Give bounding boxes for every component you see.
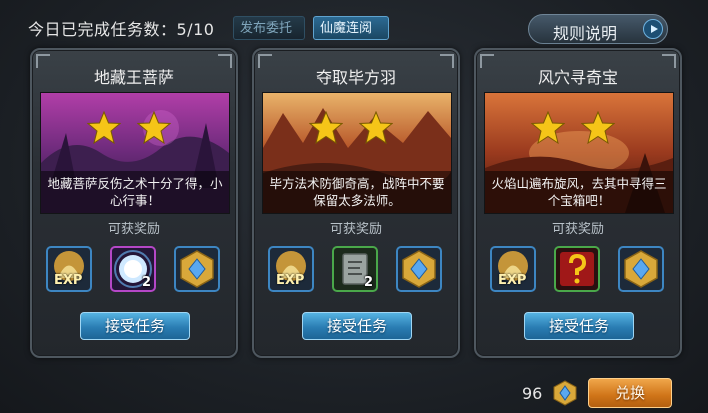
blue-gem-icon[interactable] bbox=[174, 246, 220, 292]
exp-icon[interactable]: EXP bbox=[490, 246, 536, 292]
exp-icon[interactable]: EXP bbox=[46, 246, 92, 292]
quest-scene-image: 毕方法术防御奇高，战阵中不要保留太多法师。 bbox=[262, 92, 452, 214]
reward-label: 可获奖励 bbox=[107, 222, 160, 237]
quest-title: 夺取毕方羽 bbox=[315, 68, 396, 87]
quest-card-2: 夺取毕方羽 毕方法术防御奇高，战阵中不要保留太多法师。 可获奖励 EXP 2 接… bbox=[252, 48, 460, 358]
quest-description: 地藏菩萨反伤之术十分了得，小心行事！ bbox=[47, 176, 223, 208]
rules-label: 规则说明 bbox=[553, 24, 618, 43]
quest-card-3: 风穴寻奇宝 火焰山遍布旋风，去其中寻得三个宝箱吧！ 可获奖励 EXP 接受任务 bbox=[474, 48, 682, 358]
scroll-icon[interactable]: 2 bbox=[332, 246, 378, 292]
mystery-item-icon[interactable] bbox=[554, 246, 600, 292]
quest-scene-image: 地藏菩萨反伤之术十分了得，小心行事！ bbox=[40, 92, 230, 214]
star-icon bbox=[531, 111, 565, 145]
accept-quest-button[interactable]: 接受任务 bbox=[80, 312, 190, 340]
quest-card-1: 地藏王菩萨 地藏菩萨反伤之术十分了得，小心行事！ 可获奖励 EXP 2 接受任务 bbox=[30, 48, 238, 358]
reward-count: 2 bbox=[363, 275, 373, 290]
quest-description: 火焰山遍布旋风，去其中寻得三个宝箱吧！ bbox=[491, 176, 667, 208]
tab-publish-commission[interactable]: 发布委托 bbox=[233, 16, 305, 40]
light-orb-icon[interactable]: 2 bbox=[110, 246, 156, 292]
reward-label: 可获奖励 bbox=[551, 222, 604, 237]
star-icon bbox=[87, 111, 121, 145]
accept-quest-button[interactable]: 接受任务 bbox=[524, 312, 634, 340]
quest-title: 风穴寻奇宝 bbox=[537, 68, 618, 87]
blue-gem-icon[interactable] bbox=[396, 246, 442, 292]
star-icon bbox=[581, 111, 615, 145]
exchange-button[interactable]: 兑换 bbox=[588, 378, 672, 408]
quest-scene-image: 火焰山遍布旋风，去其中寻得三个宝箱吧！ bbox=[484, 92, 674, 214]
accept-quest-button[interactable]: 接受任务 bbox=[302, 312, 412, 340]
quest-title: 地藏王菩萨 bbox=[93, 68, 174, 87]
blue-gem-icon[interactable] bbox=[618, 246, 664, 292]
reward-count: 2 bbox=[141, 275, 151, 290]
star-icon bbox=[309, 111, 343, 145]
tab-immortal-demon[interactable]: 仙魔连阅 bbox=[313, 16, 389, 40]
star-icon bbox=[359, 111, 393, 145]
quest-description: 毕方法术防御奇高，战阵中不要保留太多法师。 bbox=[269, 176, 445, 208]
currency-count: 96 bbox=[522, 384, 543, 403]
play-arrow-icon bbox=[643, 19, 663, 39]
blue-gem-icon bbox=[553, 380, 577, 406]
rules-button[interactable]: 规则说明 bbox=[528, 14, 668, 44]
reward-label: 可获奖励 bbox=[329, 222, 382, 237]
star-icon bbox=[137, 111, 171, 145]
daily-task-count: 今日已完成任务数：5/10 bbox=[28, 20, 215, 39]
exp-icon[interactable]: EXP bbox=[268, 246, 314, 292]
